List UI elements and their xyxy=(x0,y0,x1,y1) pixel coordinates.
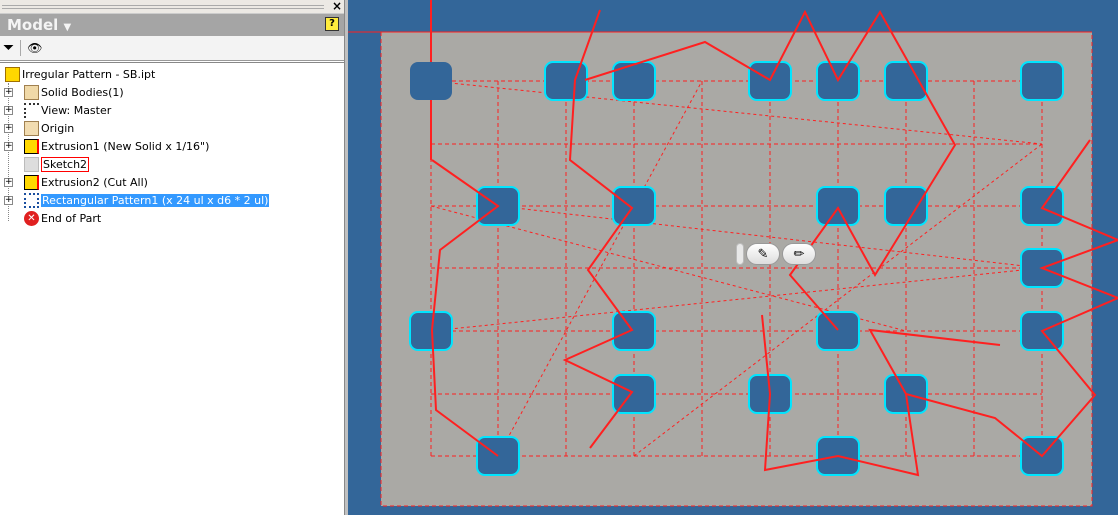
pattern-cutout xyxy=(612,61,656,101)
edit-sketch-icon: ✏ xyxy=(793,246,805,262)
plate xyxy=(380,31,1093,507)
pattern-cutout xyxy=(410,62,452,100)
pattern-cutout xyxy=(612,311,656,351)
pattern-cutout xyxy=(612,186,656,226)
drag-handle[interactable] xyxy=(736,243,744,265)
mini-toolbar: ✎ ✏ xyxy=(736,243,816,265)
pattern-cutout xyxy=(884,61,928,101)
pattern-cutout xyxy=(1020,186,1064,226)
sketch-graphics xyxy=(348,0,1118,507)
pattern-cutout xyxy=(884,186,928,226)
edit-feature-icon: ✎ xyxy=(757,246,769,262)
pattern-cutout xyxy=(816,186,860,226)
pattern-cutout xyxy=(816,311,860,351)
edit-sketch-button[interactable]: ✏ xyxy=(782,243,816,265)
pattern-cutout xyxy=(544,61,588,101)
pattern-cutout xyxy=(1020,61,1064,101)
pattern-cutout xyxy=(409,311,453,351)
edit-feature-button[interactable]: ✎ xyxy=(746,243,780,265)
